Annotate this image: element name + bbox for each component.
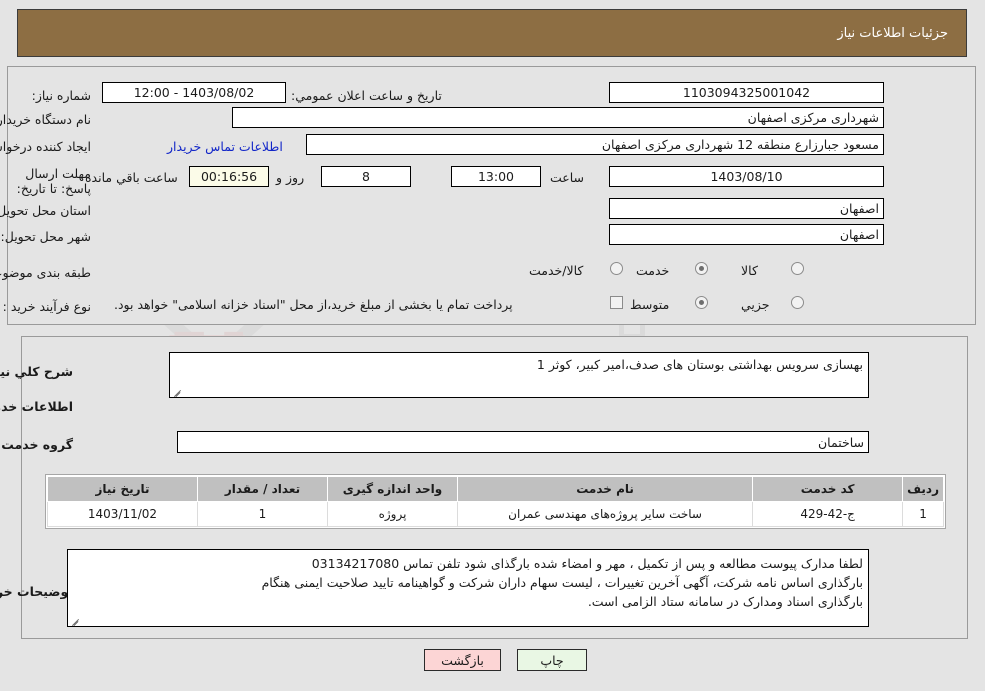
cell-quantity: 1: [198, 501, 329, 527]
category-option-label-1: خدمت: [637, 263, 671, 278]
delivery-city-field[interactable]: اصفهان: [610, 224, 885, 245]
col-need-date: تاریخ نیاز: [48, 476, 199, 502]
cell-service-name: ساخت سایر پروژه‌های مهندسی عمران: [457, 501, 755, 527]
buyer-org-label: نام دستگاه خریدار:: [0, 112, 92, 127]
delivery-city-label: شهر محل تحویل:: [1, 229, 92, 244]
process-option-label-0: جزیي: [742, 297, 771, 312]
treasury-bonds-label: پرداخت تمام یا بخشی از مبلغ خرید،از محل …: [115, 297, 514, 312]
category-radio-kala[interactable]: [792, 262, 805, 275]
days-remaining-field[interactable]: 8: [322, 166, 412, 187]
need-number-field[interactable]: 1103094325001042: [610, 82, 885, 103]
table-header-row: ردیف کد خدمت نام خدمت واحد اندازه گیری ت…: [48, 476, 945, 502]
requester-label: ایجاد کننده درخواست:: [0, 139, 92, 154]
deadline-date-field[interactable]: 1403/08/10: [610, 166, 885, 187]
col-unit: واحد اندازه گیری: [328, 476, 459, 502]
general-description-value: بهسازی سرویس بهداشتی بوستان های صدف،امیر…: [537, 357, 864, 372]
col-radif: ردیف: [903, 476, 945, 502]
process-type-label: نوع فرآیند خرید :: [3, 299, 92, 314]
table-row[interactable]: 1 ج-42-429 ساخت سایر پروژه‌های مهندسی عم…: [48, 501, 945, 527]
col-service-name: نام خدمت: [457, 476, 755, 502]
category-radio-khedmat[interactable]: [696, 262, 709, 275]
need-number-label: شماره نیاز:: [32, 88, 92, 103]
page-title: جزئیات اطلاعات نیاز: [838, 25, 949, 41]
services-section-title: اطلاعات خدمات مورد نیاز: [0, 399, 74, 414]
services-table: ردیف کد خدمت نام خدمت واحد اندازه گیری ت…: [48, 476, 945, 527]
announce-datetime-label: تاریخ و ساعت اعلان عمومي:: [292, 88, 443, 103]
resize-grip-icon[interactable]: [173, 386, 183, 396]
countdown-timer-field: 00:16:56: [190, 166, 270, 187]
service-group-field[interactable]: ساختمان: [178, 431, 870, 453]
days-unit-label: روز و: [277, 170, 306, 185]
category-radio-kala-khedmat[interactable]: [611, 262, 624, 275]
buyer-notes-line-1: بارگذاری اساس نامه شرکت، آگهی آخرین تغیی…: [262, 575, 864, 590]
buyer-org-field[interactable]: شهرداری مرکزی اصفهان: [233, 107, 885, 128]
announce-datetime-field[interactable]: 1403/08/02 - 12:00: [103, 82, 287, 103]
buyer-contact-link[interactable]: اطلاعات تماس خریدار: [168, 139, 284, 154]
general-description-label: شرح كلي نياز:: [0, 364, 74, 379]
need-summary-panel: [8, 66, 977, 325]
cell-need-date: 1403/11/02: [48, 501, 199, 527]
category-option-label-0: کالا: [742, 263, 759, 278]
requester-field[interactable]: مسعود جبارزارع منطقه 12 شهرداری مرکزی اص…: [307, 134, 885, 155]
services-table-wrapper: ردیف کد خدمت نام خدمت واحد اندازه گیری ت…: [46, 474, 947, 529]
cell-unit: پروژه: [328, 501, 459, 527]
page-header-bar: جزئیات اطلاعات نیاز: [18, 9, 968, 57]
buyer-notes-line-2: بارگذاری اسناد ومدارک در سامانه ستاد الز…: [588, 594, 864, 609]
buyer-notes-line-0: لطفا مدارک پیوست مطالعه و پس از تکمیل ، …: [312, 556, 864, 571]
process-radio-jozee[interactable]: [792, 296, 805, 309]
countdown-unit-label: ساعت باقي مانده: [86, 170, 179, 185]
delivery-province-label: استان محل تحویل:: [0, 203, 92, 218]
deadline-label: مهلت ارسال پاسخ: تا تاریخ:: [17, 166, 92, 196]
buyer-notes-textarea[interactable]: لطفا مدارک پیوست مطالعه و پس از تکمیل ، …: [68, 549, 870, 627]
cell-service-code: ج-42-429: [753, 501, 905, 527]
hour-field[interactable]: 13:00: [452, 166, 542, 187]
delivery-province-field[interactable]: اصفهان: [610, 198, 885, 219]
page-root: V AriaTender.net جزئیات اطلاعات نیاز شما…: [0, 0, 985, 691]
process-option-label-1: متوسط: [631, 297, 671, 312]
hour-label: ساعت: [551, 170, 586, 185]
buyer-notes-label: توضیحات خریدار:: [0, 584, 74, 599]
col-service-code: کد خدمت: [753, 476, 905, 502]
back-button[interactable]: بازگشت: [425, 649, 502, 671]
category-option-label-2: کالا/خدمت: [530, 263, 585, 278]
general-description-textarea[interactable]: بهسازی سرویس بهداشتی بوستان های صدف،امیر…: [170, 352, 870, 398]
category-label: طبقه بندی موضوعی:: [0, 265, 92, 280]
cell-radif: 1: [903, 501, 945, 527]
process-radio-motavasset[interactable]: [696, 296, 709, 309]
resize-grip-icon[interactable]: [71, 615, 81, 625]
treasury-bonds-checkbox[interactable]: [611, 296, 624, 309]
col-quantity: تعداد / مقدار: [198, 476, 329, 502]
service-group-label: گروه خدمت:: [0, 437, 74, 452]
print-button[interactable]: چاپ: [518, 649, 588, 671]
